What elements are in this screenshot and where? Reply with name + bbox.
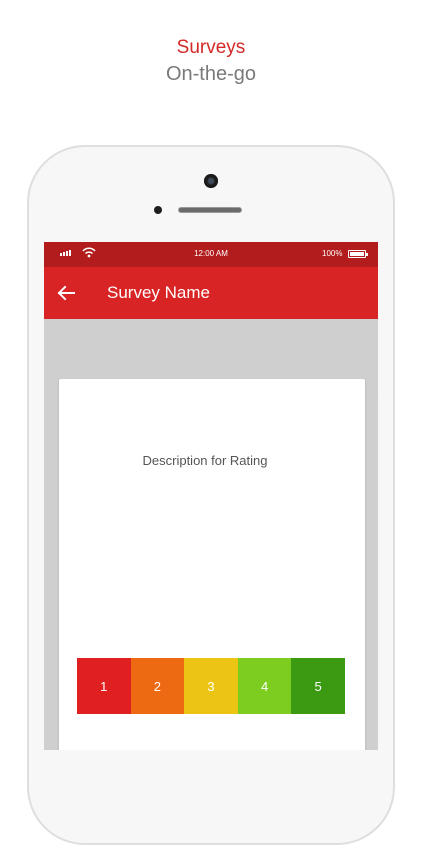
- proximity-sensor: [154, 206, 162, 214]
- rating-card: Description for Rating 1 2 3 4 5: [59, 379, 365, 750]
- rating-option-2[interactable]: 2: [130, 658, 185, 714]
- battery-icon: [348, 250, 368, 258]
- rating-option-1[interactable]: 1: [77, 658, 131, 714]
- status-bar: 12:00 AM 100%: [44, 242, 378, 267]
- front-camera: [204, 174, 218, 188]
- rating-option-4[interactable]: 4: [237, 658, 292, 714]
- arrow-left-icon[interactable]: [54, 281, 78, 305]
- page-title: Survey Name: [107, 283, 210, 302]
- battery-percent: 100%: [322, 249, 343, 258]
- side-button-left: [44, 398, 47, 750]
- app-bar: Survey Name: [44, 267, 378, 319]
- rating-option-3[interactable]: 3: [184, 658, 238, 714]
- rating-description: Description for Rating: [142, 453, 268, 468]
- side-button-right: [375, 398, 378, 750]
- app-screen: 12:00 AM 100% Survey Name Description fo…: [44, 242, 378, 750]
- rating-option-5[interactable]: 5: [291, 658, 345, 714]
- promo-title: Surveys: [176, 37, 246, 58]
- earpiece-speaker: [178, 207, 242, 213]
- promo-subtitle: On-the-go: [165, 63, 257, 85]
- rating-scale: 1 2 3 4 5: [77, 658, 345, 714]
